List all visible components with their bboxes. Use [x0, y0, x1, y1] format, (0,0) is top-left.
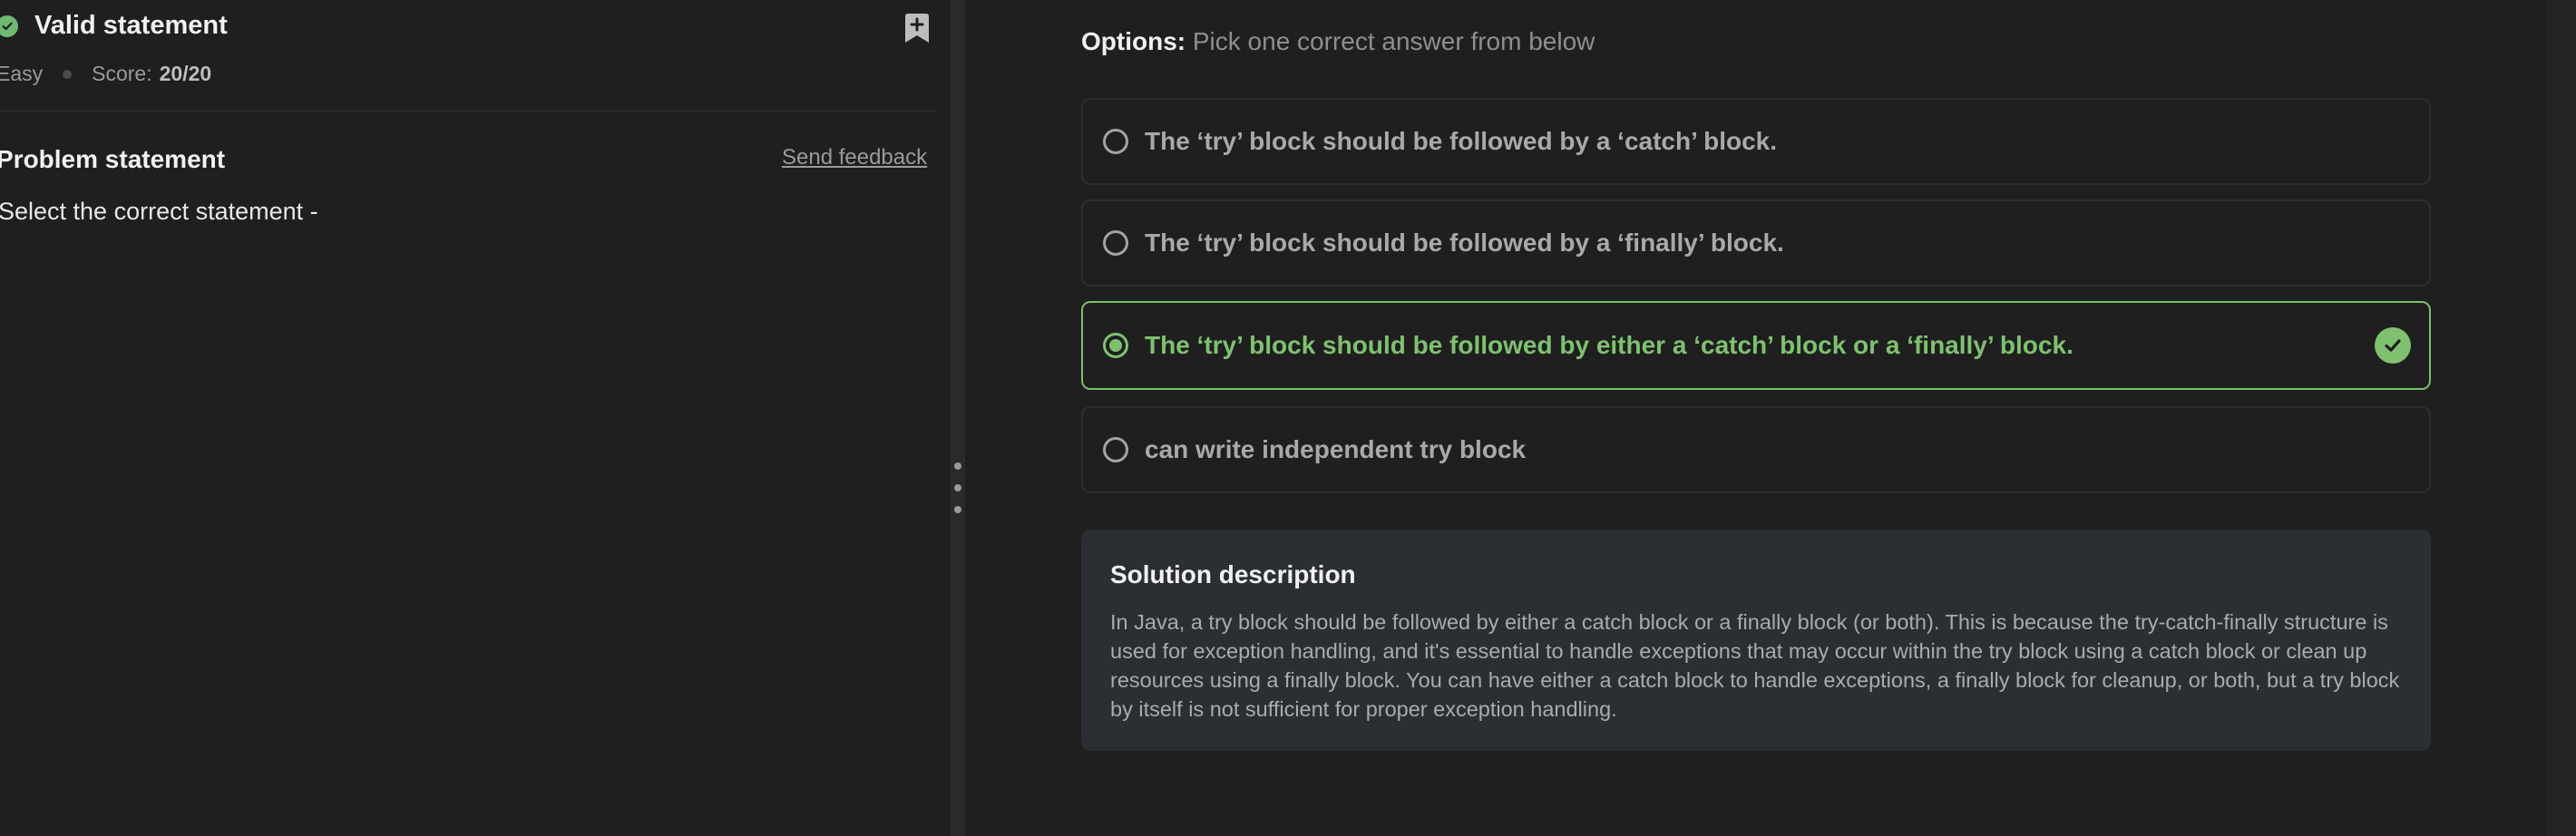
options-heading-hint: Pick one correct answer from below	[1186, 27, 1595, 55]
divider	[0, 111, 936, 112]
radio-icon[interactable]	[1103, 129, 1128, 154]
option-label: can write independent try block	[1145, 435, 1527, 463]
radio-selected-icon[interactable]	[1103, 333, 1128, 358]
panel-splitter[interactable]	[951, 0, 965, 836]
score-label: Score:	[92, 62, 152, 85]
score-value: 20/20	[159, 62, 212, 85]
bookmark-add-icon[interactable]	[903, 13, 931, 44]
option-1[interactable]: The ‘try’ block should be followed by a …	[1081, 98, 2431, 185]
options-heading: Options: Pick one correct answer from be…	[1081, 27, 1595, 56]
option-2[interactable]: The ‘try’ block should be followed by a …	[1081, 199, 2431, 287]
problem-statement-text: Select the correct statement -	[0, 198, 318, 225]
splitter-dots-icon[interactable]	[954, 462, 961, 528]
radio-icon[interactable]	[1103, 437, 1128, 462]
problem-meta: Easy Score: 20/20	[0, 62, 211, 86]
check-circle-icon	[0, 15, 18, 37]
difficulty-label: Easy	[0, 62, 44, 85]
option-label: The ‘try’ block should be followed by a …	[1145, 228, 1784, 257]
option-label: The ‘try’ block should be followed by ei…	[1145, 331, 2073, 359]
solution-text: In Java, a try block should be followed …	[1110, 610, 2400, 721]
options-heading-bold: Options:	[1081, 27, 1186, 55]
meta-separator	[63, 69, 73, 79]
problem-title: Valid statement	[34, 11, 228, 40]
solution-title: Solution description	[1110, 560, 1356, 588]
send-feedback-link[interactable]: Send feedback	[782, 145, 927, 170]
problem-title-row: Valid statement	[0, 11, 228, 41]
problem-panel: Valid statement Easy Score: 20/20 Proble…	[0, 0, 951, 836]
problem-statement-heading: Problem statement	[0, 145, 226, 173]
option-4[interactable]: can write independent try block	[1081, 406, 2431, 493]
option-3-selected-correct[interactable]: The ‘try’ block should be followed by ei…	[1081, 301, 2431, 390]
radio-icon[interactable]	[1103, 230, 1128, 256]
check-badge-icon	[2375, 327, 2411, 364]
option-label: The ‘try’ block should be followed by a …	[1145, 127, 1778, 155]
solution-description: Solution description In Java, a try bloc…	[1081, 530, 2431, 751]
right-edge	[2545, 0, 2576, 836]
